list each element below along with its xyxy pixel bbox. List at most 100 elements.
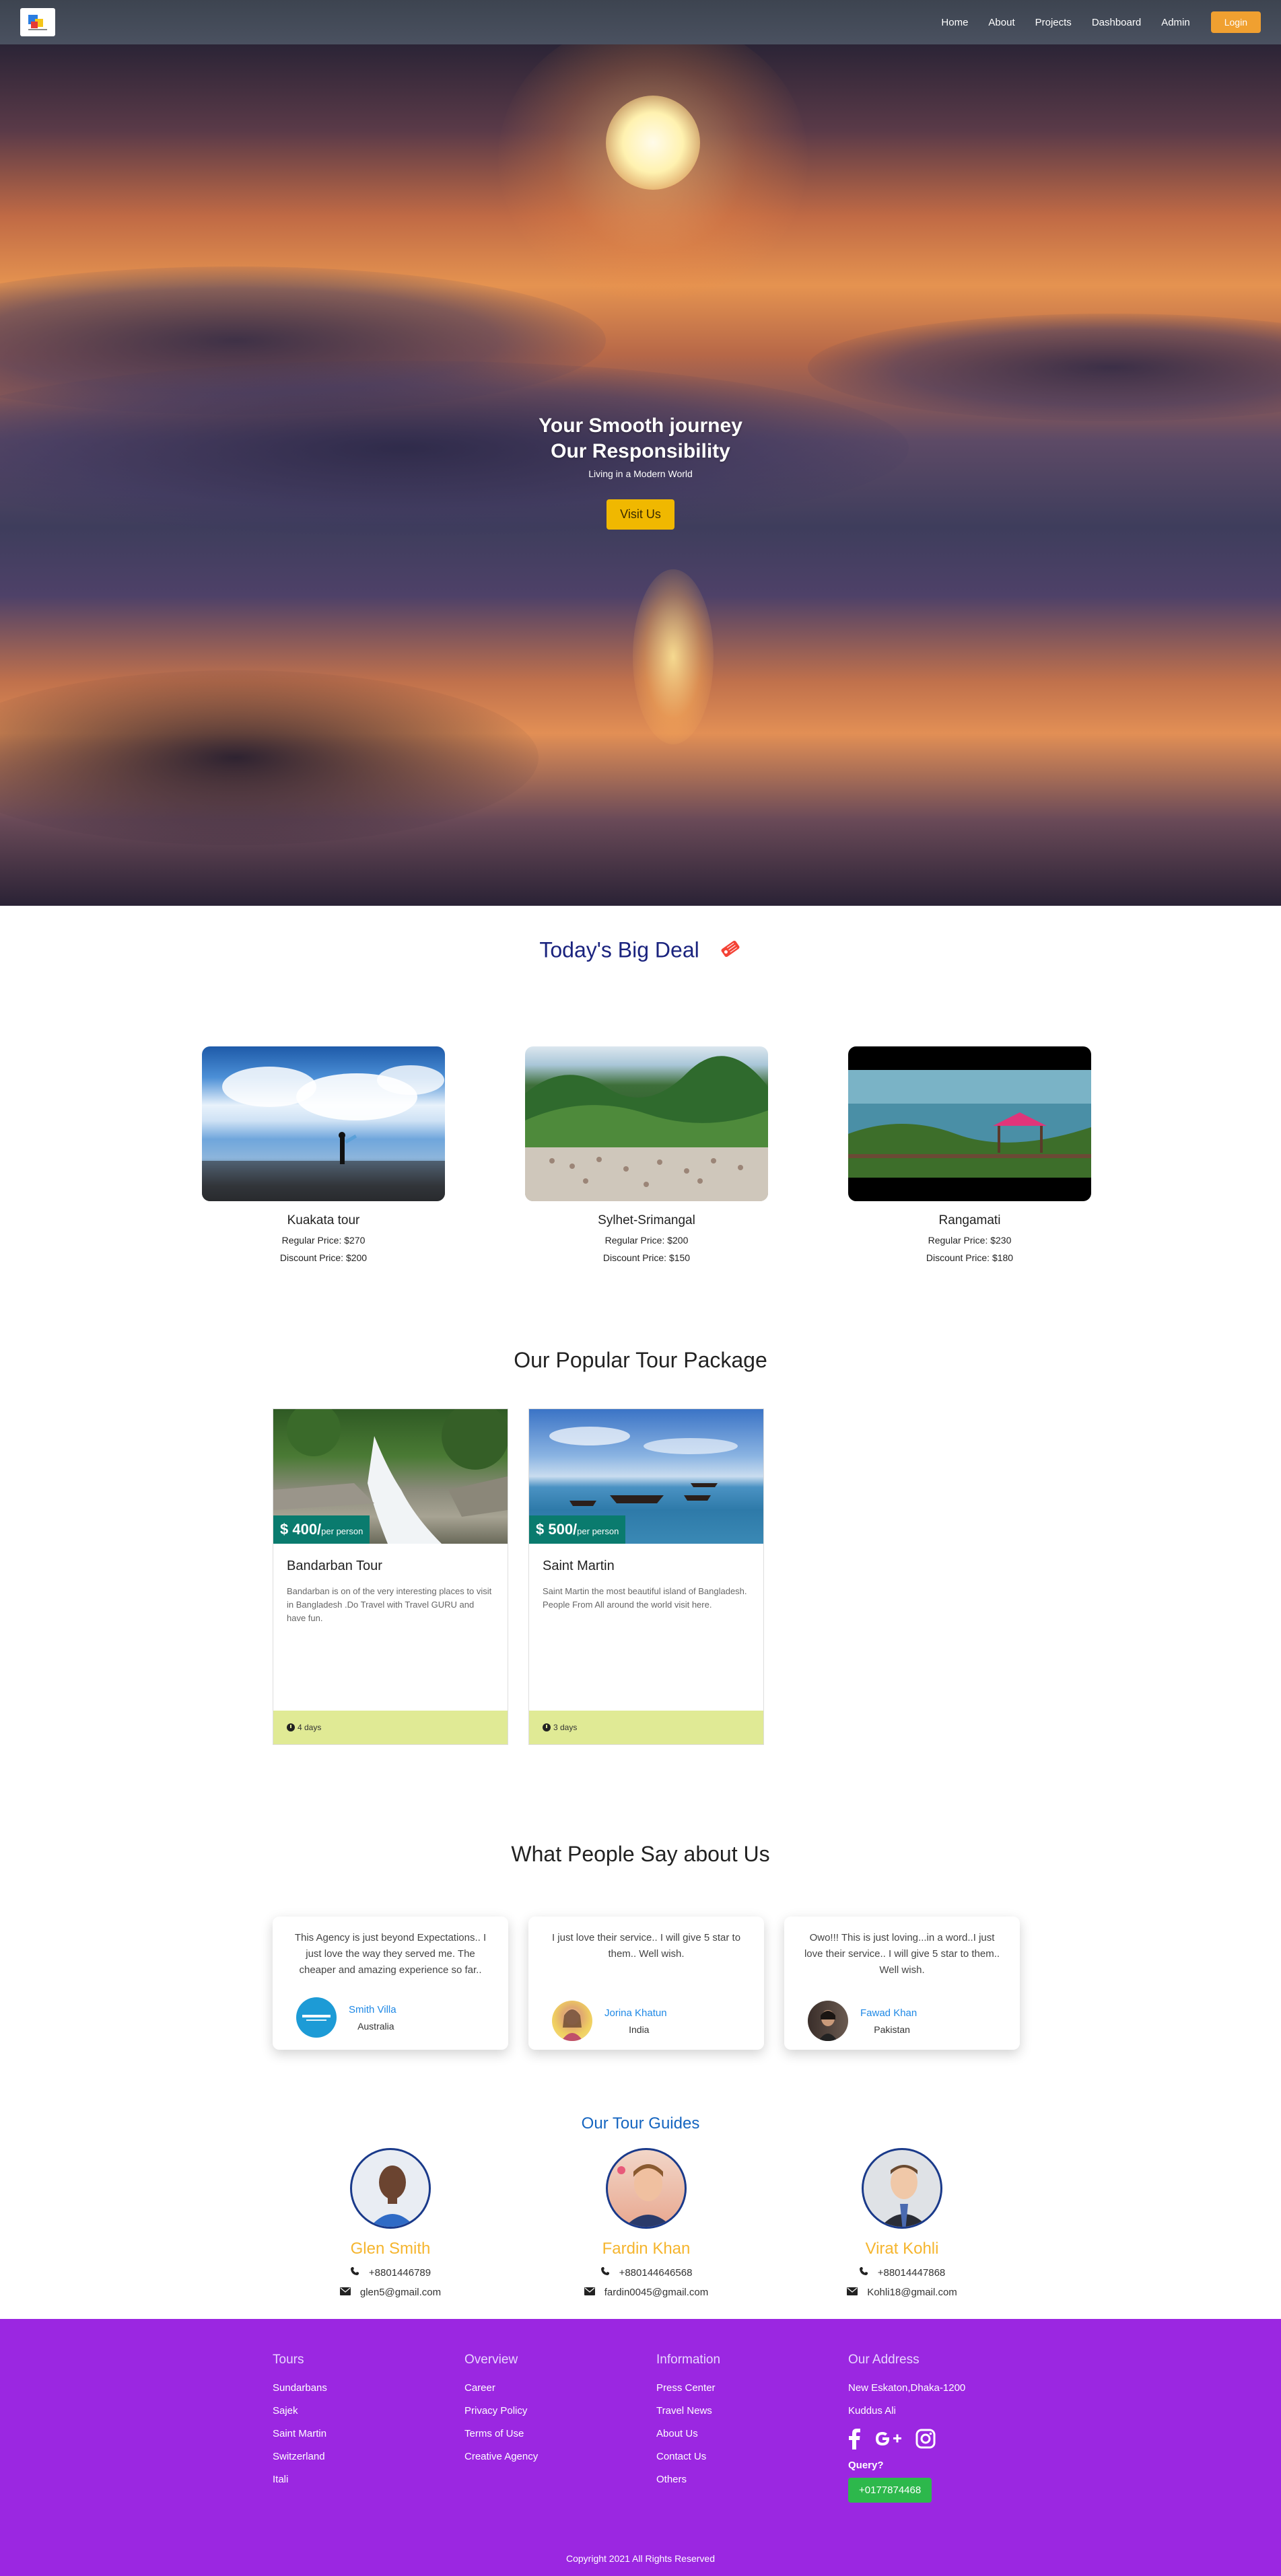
avatar — [808, 2001, 848, 2041]
hero-title-line2: Our Responsibility — [551, 440, 730, 462]
reviewer-name: Smith Villa — [349, 2003, 396, 2015]
footer-link[interactable]: Terms of Use — [464, 2428, 538, 2439]
sun — [606, 96, 700, 190]
sylhet-image — [525, 1046, 768, 1201]
footer-heading: Information — [656, 2353, 721, 2367]
deal-regular-price: Regular Price: $230 — [928, 1235, 1012, 1246]
footer-link[interactable]: Sundarbans — [273, 2382, 327, 2394]
navbar: Home About Projects Dashboard Admin Logi… — [0, 0, 1281, 44]
guide-email-text: fardin0045@gmail.com — [604, 2287, 709, 2298]
guide-email-text: glen5@gmail.com — [359, 2287, 442, 2298]
hero-banner: Your Smooth journey Our Responsibility L… — [0, 44, 1281, 906]
footer-link[interactable]: Creative Agency — [464, 2451, 538, 2462]
footer-link[interactable]: Saint Martin — [273, 2428, 327, 2439]
avatar — [296, 1997, 337, 2038]
review-text: This Agency is just beyond Expectations.… — [294, 1932, 487, 1976]
review-card: This Agency is just beyond Expectations.… — [273, 1917, 508, 2050]
guide-email-text: Kohli18@gmail.com — [867, 2287, 957, 2298]
footer-heading: Overview — [464, 2353, 518, 2367]
reviewer-country: India — [629, 2024, 650, 2035]
guide-photo — [606, 2148, 687, 2229]
wave — [0, 670, 539, 845]
rangamati-image — [848, 1046, 1091, 1201]
reviewer-country: Pakistan — [874, 2024, 910, 2035]
guide-phone: +8801446789 — [289, 2266, 491, 2279]
deal-discount-price: Discount Price: $150 — [602, 1252, 691, 1263]
footer-address: Our Address New Eskaton,Dhaka-1200 Kuddu… — [848, 2353, 965, 2503]
guide-card: Virat Kohli +88014447868 Kohli18@gmail.c… — [801, 2148, 1003, 2298]
deal-discount-price: Discount Price: $180 — [926, 1252, 1014, 1263]
footer-link[interactable]: Switzerland — [273, 2451, 327, 2462]
login-button[interactable]: Login — [1210, 11, 1261, 33]
address-line: New Eskaton,Dhaka-1200 — [848, 2382, 966, 2394]
footer-link[interactable]: About Us — [656, 2428, 720, 2439]
popular-title: Our Popular Tour Package — [514, 1348, 767, 1372]
deal-discount-price: Discount Price: $200 — [279, 1252, 368, 1263]
guide-email: fardin0045@gmail.com — [545, 2287, 747, 2298]
reviewer-info: Smith Villa Australia — [337, 2004, 396, 2032]
footer-link[interactable]: Sajek — [273, 2405, 327, 2417]
bandarban-image: $ 400/per person — [273, 1409, 508, 1544]
kuakata-image — [202, 1046, 445, 1201]
package-footer: 3 days — [529, 1711, 763, 1744]
package-footer: 4 days — [273, 1711, 508, 1744]
deal-name: Kuakata tour — [287, 1213, 360, 1227]
envelope-icon — [847, 2287, 858, 2298]
clock-icon — [543, 1723, 551, 1731]
footer-link[interactable]: Itali — [273, 2474, 327, 2485]
guide-name: Glen Smith — [350, 2240, 431, 2258]
guide-name: Fardin Khan — [602, 2240, 691, 2258]
guide-card: Glen Smith +8801446789 glen5@gmail.com — [289, 2148, 491, 2298]
package-description: Saint Martin the most beautiful island o… — [543, 1586, 747, 1610]
deal-card-rangamati[interactable]: Rangamati Regular Price: $230 Discount P… — [848, 1046, 1091, 1263]
package-card-bandarban[interactable]: $ 400/per person Bandarban Tour Bandarba… — [273, 1408, 508, 1745]
reviewer: Smith Villa Australia — [296, 1997, 396, 2038]
clock-icon — [287, 1723, 295, 1731]
guide-phone: +880144646568 — [545, 2266, 747, 2279]
footer-heading: Our Address — [848, 2353, 920, 2367]
footer-overview: Overview Career Privacy Policy Terms of … — [464, 2353, 538, 2474]
envelope-icon — [584, 2287, 595, 2298]
guide-phone-text: +8801446789 — [368, 2266, 431, 2279]
review-card: I just love their service.. I will give … — [528, 1917, 764, 2050]
nav-projects[interactable]: Projects — [1035, 17, 1072, 28]
package-name: Bandarban Tour — [287, 1559, 382, 1573]
visit-us-button[interactable]: Visit Us — [607, 499, 674, 530]
footer-information: Information Press Center Travel News Abo… — [656, 2353, 720, 2497]
guide-phone-text: +880144646568 — [619, 2266, 693, 2279]
instagram-icon[interactable] — [915, 2429, 936, 2452]
footer-link[interactable]: Contact Us — [656, 2451, 720, 2462]
deal-card-kuakata[interactable]: Kuakata tour Regular Price: $270 Discoun… — [202, 1046, 445, 1263]
deal-name: Sylhet-Srimangal — [598, 1213, 695, 1227]
footer-link[interactable]: Career — [464, 2382, 538, 2394]
footer-link[interactable]: Privacy Policy — [464, 2405, 538, 2417]
deal-card-sylhet[interactable]: Sylhet-Srimangal Regular Price: $200 Dis… — [525, 1046, 768, 1263]
reviewer-info: Jorina Khatun India — [592, 2007, 667, 2035]
footer-link[interactable]: Others — [656, 2474, 720, 2485]
phone-button[interactable]: +0177874468 — [848, 2478, 932, 2503]
footer-link[interactable]: Press Center — [656, 2382, 720, 2394]
nav-about[interactable]: About — [988, 17, 1014, 28]
phone-icon — [350, 2266, 359, 2279]
site-logo[interactable] — [20, 8, 55, 36]
social-links — [848, 2428, 965, 2453]
review-text: I just love their service.. I will give … — [551, 1932, 741, 1960]
package-card-saint-martin[interactable]: $ 500/per person Saint Martin Saint Mart… — [528, 1408, 764, 1745]
review-text: Owo!!! This is just loving...in a word..… — [804, 1932, 1000, 1976]
nav-dashboard[interactable]: Dashboard — [1092, 17, 1141, 28]
big-deal-title-text: Today's Big Deal — [539, 937, 699, 962]
reviewer-name: Fawad Khan — [860, 2007, 918, 2019]
facebook-icon[interactable] — [848, 2428, 860, 2453]
nav-home[interactable]: Home — [941, 17, 968, 28]
reviewer-country: Australia — [357, 2020, 394, 2032]
footer-tours: Tours Sundarbans Sajek Saint Martin Swit… — [273, 2353, 327, 2497]
deal-name: Rangamati — [938, 1213, 1001, 1227]
nav-admin[interactable]: Admin — [1161, 17, 1190, 28]
guide-card: Fardin Khan +880144646568 fardin0045@gma… — [545, 2148, 747, 2298]
footer-link[interactable]: Travel News — [656, 2405, 720, 2417]
reviewer-name: Jorina Khatun — [604, 2007, 667, 2019]
guide-email: glen5@gmail.com — [289, 2287, 491, 2298]
testimonials-title: What People Say about Us — [511, 1842, 770, 1866]
package-description: Bandarban is on of the very interesting … — [287, 1586, 492, 1623]
google-plus-icon[interactable] — [874, 2429, 902, 2452]
